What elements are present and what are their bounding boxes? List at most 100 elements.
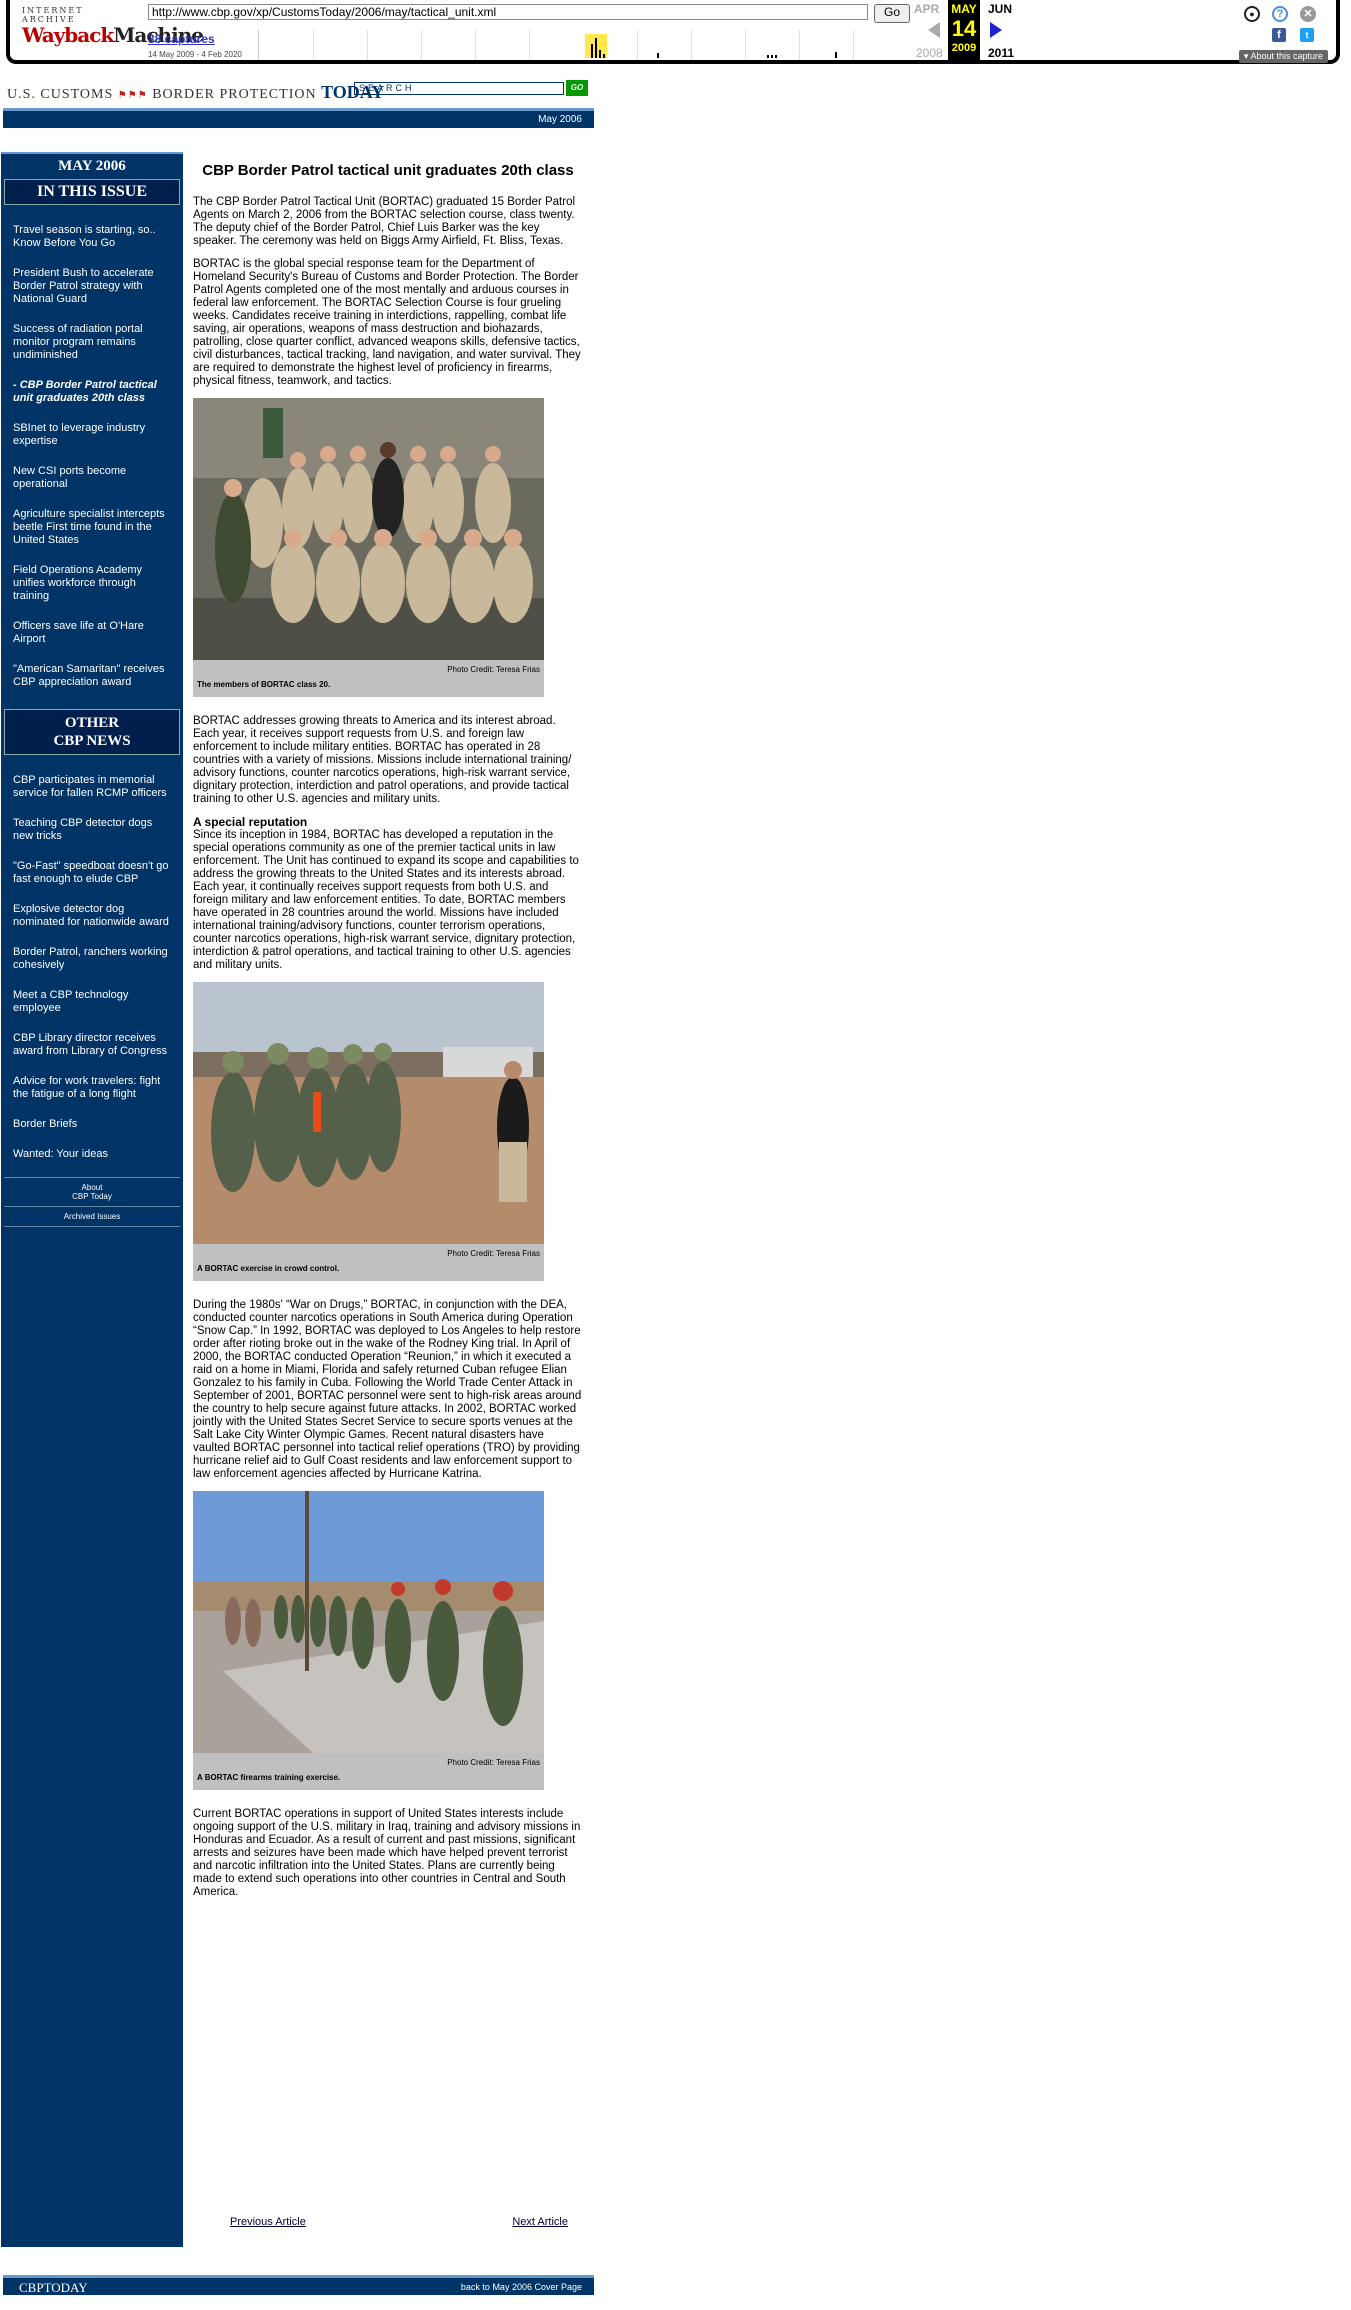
captures-range: 14 May 2009 - 4 Feb 2020 — [148, 50, 242, 59]
next-month[interactable]: JUN — [988, 2, 1012, 16]
photo-credit: Photo Credit: Teresa Frias — [447, 665, 540, 674]
article-title: CBP Border Patrol tactical unit graduate… — [202, 162, 574, 179]
wayback-logo[interactable]: INTERNET ARCHIVE WaybackMachine — [22, 6, 204, 50]
photo-caption: The members of BORTAC class 20. — [197, 680, 331, 689]
sidebar-issue-item[interactable]: Agriculture specialist intercepts beetle… — [1, 508, 183, 547]
issue-list: Travel season is starting, so.. Know Bef… — [1, 205, 183, 689]
captures-link[interactable]: 38 captures — [148, 32, 215, 46]
other-news-line1: OTHER — [64, 715, 120, 731]
photo-firearms — [193, 1491, 544, 1753]
sidebar-news-item[interactable]: Border Patrol, ranchers working cohesive… — [1, 946, 183, 972]
photo-figure: Photo Credit: Teresa Frias The members o… — [193, 398, 544, 697]
archived-issues-link[interactable]: Archived Issues — [4, 1206, 180, 1227]
about-line2: CBP Today — [72, 1192, 112, 1201]
logo-wayback: Wayback — [22, 23, 114, 47]
photo-caption: A BORTAC exercise in crowd control. — [197, 1264, 340, 1273]
sidebar-issue-item[interactable]: President Bush to accelerate Border Patr… — [1, 267, 183, 306]
current-year: 2009 — [951, 42, 977, 54]
other-news-line2: CBP NEWS — [53, 733, 131, 749]
sparkline-bar — [775, 55, 777, 58]
article-paragraph: Current BORTAC operations in support of … — [193, 1808, 581, 1898]
sidebar-issue-item[interactable]: Success of radiation portal monitor prog… — [1, 323, 183, 362]
search-input[interactable]: SEARCH — [354, 82, 564, 95]
sidebar-news-item[interactable]: CBP Library director receives award from… — [1, 1032, 183, 1058]
sidebar-issue-item[interactable]: Field Operations Academy unifies workfor… — [1, 564, 183, 603]
sparkline-gridline — [421, 30, 422, 60]
sparkline-bar — [595, 38, 597, 58]
sidebar-issue-item[interactable]: "American Samaritan" receives CBP apprec… — [1, 663, 183, 689]
cbp-today-logo[interactable]: U.S. CUSTOMS ⚑⚑⚑ BORDER PROTECTION TODAY — [7, 82, 384, 103]
sparkline-gridline — [367, 30, 368, 60]
sparkline-gridline — [853, 30, 854, 60]
sidebar-news-item[interactable]: Border Briefs — [1, 1118, 183, 1131]
current-month: MAY — [951, 2, 977, 16]
sparkline-gridline — [313, 30, 314, 60]
article-paragraph: BORTAC is the global special response te… — [193, 258, 581, 387]
help-icon[interactable]: ? — [1272, 6, 1288, 22]
about-cbp-today-link[interactable]: About CBP Today — [4, 1177, 180, 1206]
prev-year[interactable]: 2008 — [916, 46, 943, 60]
sparkline-bar — [591, 44, 593, 58]
go-button[interactable]: Go — [874, 4, 910, 23]
logo-us-customs: U.S. CUSTOMS — [7, 87, 114, 102]
photo-class-20 — [193, 398, 544, 660]
sidebar-issue-item[interactable]: SBInet to leverage industry expertise — [1, 422, 183, 448]
prev-month[interactable]: APR — [914, 2, 939, 16]
capture-sparkline[interactable] — [258, 30, 915, 60]
sidebar-news-item[interactable]: "Go-Fast" speedboat doesn't go fast enou… — [1, 860, 183, 886]
footer-logo[interactable]: CBPTODAY — [19, 2280, 88, 2296]
sidebar-news-item[interactable]: CBP participates in memorial service for… — [1, 774, 183, 800]
back-to-cover-link[interactable]: back to May 2006 Cover Page — [461, 2282, 582, 2292]
crowd-control-image — [193, 982, 544, 1244]
photo-figure: Photo Credit: Teresa Frias A BORTAC exer… — [193, 982, 544, 1281]
article-paragraph: The CBP Border Patrol Tactical Unit (BOR… — [193, 196, 576, 247]
twitter-icon[interactable]: t — [1300, 28, 1314, 42]
photo-credit: Photo Credit: Teresa Frias — [447, 1758, 540, 1767]
about-capture-button[interactable]: ▾ About this capture — [1238, 50, 1328, 63]
firearms-image — [193, 1491, 544, 1753]
sparkline-bar — [835, 52, 837, 58]
search-go-button[interactable]: GO — [566, 80, 588, 96]
sidebar-news-item[interactable]: Teaching CBP detector dogs new tricks — [1, 817, 183, 843]
logo-wayback-machine: WaybackMachine — [22, 23, 204, 47]
sidebar-news-item[interactable]: Advice for work travelers: fight the fat… — [1, 1075, 183, 1101]
sparkline-gridline — [637, 30, 638, 60]
sidebar-issue-item[interactable]: Travel season is starting, so.. Know Bef… — [1, 224, 183, 250]
next-year[interactable]: 2011 — [988, 46, 1014, 60]
sidebar-news-item[interactable]: Meet a CBP technology employee — [1, 989, 183, 1015]
article-paragraph: During the 1980s' “War on Drugs,” BORTAC… — [193, 1299, 582, 1480]
issue-date: May 2006 — [538, 114, 582, 125]
sidebar-month: MAY 2006 — [58, 158, 126, 174]
url-input[interactable] — [148, 4, 868, 20]
sidebar-issue-item[interactable]: New CSI ports become operational — [1, 465, 183, 491]
about-capture-label: About this capture — [1250, 51, 1323, 61]
sparkline-bar — [771, 55, 773, 58]
next-capture-arrow-icon[interactable] — [990, 22, 1002, 38]
wayback-toolbar: INTERNET ARCHIVE WaybackMachine Go 38 ca… — [6, 0, 1340, 64]
article: CBP Border Patrol tactical unit graduate… — [193, 162, 583, 1909]
sidebar-news-item[interactable]: Wanted: Your ideas — [1, 1148, 183, 1161]
footer-bar: CBPTODAY back to May 2006 Cover Page — [3, 2275, 594, 2295]
next-article-link[interactable]: Next Article — [512, 2216, 568, 2228]
sparkline-gridline — [799, 30, 800, 60]
in-this-issue-heading: IN THIS ISSUE — [4, 179, 180, 205]
previous-article-link[interactable]: Previous Article — [230, 2216, 306, 2228]
article-subheading: A special reputation — [193, 815, 308, 829]
photo-credit: Photo Credit: Teresa Frias — [447, 1249, 540, 1258]
sparkline-bar — [599, 50, 601, 58]
facebook-icon[interactable]: f — [1272, 28, 1286, 42]
sidebar: MAY 2006 IN THIS ISSUE Travel season is … — [1, 152, 183, 2247]
sidebar-issue-item[interactable]: Officers save life at O'Hare Airport — [1, 620, 183, 646]
photo-crowd-control — [193, 982, 544, 1244]
logo-border-protection: BORDER PROTECTION — [152, 87, 317, 102]
sidebar-issue-item-current[interactable]: - CBP Border Patrol tactical unit gradua… — [1, 379, 183, 405]
sparkline-gridline — [745, 30, 746, 60]
sparkline-bar — [767, 55, 769, 58]
prev-capture-arrow-icon[interactable] — [928, 22, 940, 38]
close-icon[interactable]: ✕ — [1300, 6, 1316, 22]
sidebar-news-item[interactable]: Explosive detector dog nominated for nat… — [1, 903, 183, 929]
user-icon[interactable]: ● — [1244, 6, 1260, 22]
date-bar: May 2006 — [3, 108, 594, 128]
logo-internet-archive: INTERNET ARCHIVE — [22, 6, 84, 24]
article-paragraph: BORTAC addresses growing threats to Amer… — [193, 715, 572, 805]
